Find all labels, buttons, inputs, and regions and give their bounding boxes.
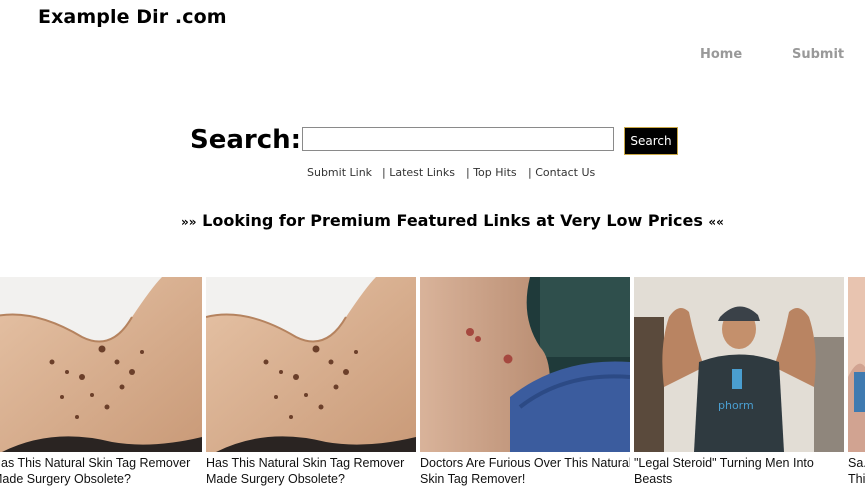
- ad-image-flexing: phorm: [634, 277, 844, 452]
- ad-image-neck: [206, 277, 416, 452]
- ad-caption[interactable]: Sa... Thi...: [848, 455, 865, 487]
- top-nav: Home Submit: [0, 47, 865, 65]
- latest-links-item[interactable]: | Latest Links: [382, 166, 455, 179]
- promo-right-arrows: ««: [708, 215, 724, 229]
- top-hits-link[interactable]: | Top Hits: [466, 166, 517, 179]
- submit-link[interactable]: Submit Link: [307, 166, 372, 179]
- ad-card[interactable]: Has This Natural Skin Tag Remover Made S…: [206, 277, 416, 501]
- ad-card[interactable]: phorm "Legal Steroid" Turning Men Into B…: [634, 277, 844, 501]
- ad-image-closeup: [420, 277, 630, 452]
- search-label: Search:: [190, 125, 302, 155]
- promo-banner[interactable]: »» Looking for Premium Featured Links at…: [0, 211, 865, 230]
- top-hits-item[interactable]: | Top Hits: [466, 166, 517, 179]
- neck-skin-tags-photo[interactable]: [206, 277, 416, 452]
- ad-caption[interactable]: Has This Natural Skin Tag Remover Made S…: [206, 455, 416, 487]
- ad-caption[interactable]: "Legal Steroid" Turning Men Into Beasts: [634, 455, 844, 487]
- site-title[interactable]: Example Dir .com: [38, 6, 227, 28]
- svg-text:phorm: phorm: [718, 399, 754, 412]
- ad-caption[interactable]: Has This Natural Skin Tag Remover Made S…: [0, 455, 202, 487]
- ad-caption[interactable]: Doctors Are Furious Over This Natural Sk…: [420, 455, 630, 487]
- promo-left-arrows: »»: [181, 215, 197, 229]
- sub-links: Submit Link | Latest Links | Top Hits | …: [0, 166, 865, 182]
- ad-image-neck: [0, 277, 202, 452]
- ad-card[interactable]: Doctors Are Furious Over This Natural Sk…: [420, 277, 630, 501]
- partial-ad-photo[interactable]: [848, 277, 865, 452]
- nav-home-link[interactable]: Home: [700, 47, 742, 62]
- latest-links-link[interactable]: | Latest Links: [382, 166, 455, 179]
- contact-us-item[interactable]: | Contact Us: [528, 166, 595, 179]
- page: Example Dir .com Home Submit Search: Sea…: [0, 0, 865, 501]
- submit-link-item[interactable]: Submit Link: [307, 166, 372, 179]
- ad-card[interactable]: Sa... Thi...: [848, 277, 865, 501]
- search-button[interactable]: Search: [624, 127, 678, 155]
- contact-us-link[interactable]: | Contact Us: [528, 166, 595, 179]
- promo-text[interactable]: Looking for Premium Featured Links at Ve…: [202, 211, 703, 230]
- search-input[interactable]: [302, 127, 614, 151]
- neck-skin-tag-closeup-photo[interactable]: [420, 277, 630, 452]
- nav-submit-link[interactable]: Submit: [792, 47, 844, 62]
- ad-image-partial: [848, 277, 865, 452]
- neck-skin-tags-photo[interactable]: [0, 277, 202, 452]
- ad-card[interactable]: Has This Natural Skin Tag Remover Made S…: [0, 277, 202, 501]
- flexing-man-photo[interactable]: phorm: [634, 277, 844, 452]
